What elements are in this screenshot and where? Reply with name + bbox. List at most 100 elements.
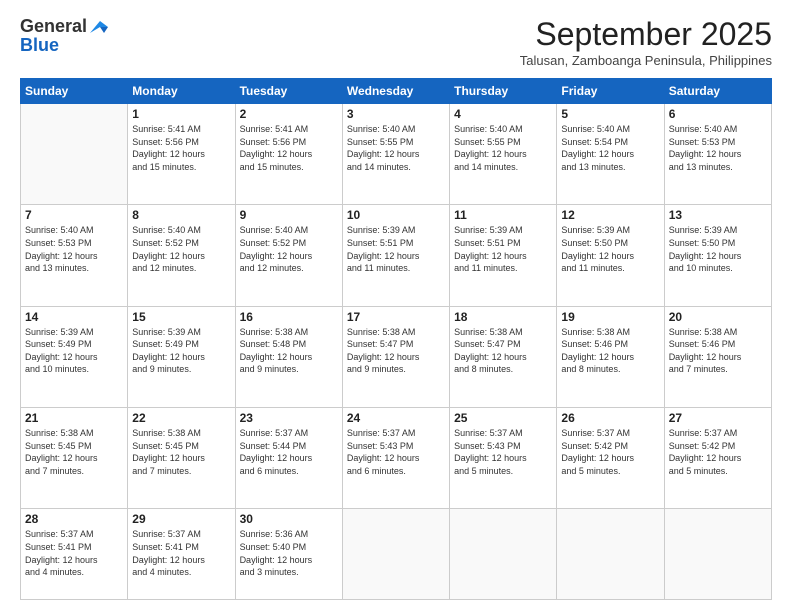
- day-info: Sunrise: 5:41 AM Sunset: 5:56 PM Dayligh…: [132, 123, 230, 173]
- day-number: 10: [347, 208, 445, 222]
- column-header-thursday: Thursday: [450, 79, 557, 104]
- day-number: 11: [454, 208, 552, 222]
- day-number: 14: [25, 310, 123, 324]
- day-number: 16: [240, 310, 338, 324]
- calendar-cell: 15Sunrise: 5:39 AM Sunset: 5:49 PM Dayli…: [128, 306, 235, 407]
- calendar-cell: 2Sunrise: 5:41 AM Sunset: 5:56 PM Daylig…: [235, 104, 342, 205]
- calendar-cell: 27Sunrise: 5:37 AM Sunset: 5:42 PM Dayli…: [664, 407, 771, 508]
- calendar-cell: 10Sunrise: 5:39 AM Sunset: 5:51 PM Dayli…: [342, 205, 449, 306]
- day-number: 15: [132, 310, 230, 324]
- day-number: 25: [454, 411, 552, 425]
- day-info: Sunrise: 5:39 AM Sunset: 5:51 PM Dayligh…: [454, 224, 552, 274]
- calendar-cell: 12 Sunrise: 5:39 AM Sunset: 5:50 PM Dayli…: [557, 205, 664, 306]
- calendar-cell: 22Sunrise: 5:38 AM Sunset: 5:45 PM Dayli…: [128, 407, 235, 508]
- day-info: Sunrise: 5:40 AM Sunset: 5:53 PM Dayligh…: [25, 224, 123, 274]
- calendar-cell: 21Sunrise: 5:38 AM Sunset: 5:45 PM Dayli…: [21, 407, 128, 508]
- logo: General Blue: [20, 16, 108, 56]
- calendar-cell: 8 Sunrise: 5:40 AM Sunset: 5:52 PM Daylig…: [128, 205, 235, 306]
- day-info: Sunrise: 5:40 AM Sunset: 5:52 PM Dayligh…: [240, 224, 338, 274]
- calendar-cell: 23 Sunrise: 5:37 AM Sunset: 5:44 PM Dayli…: [235, 407, 342, 508]
- day-number: 22: [132, 411, 230, 425]
- day-info: Sunrise: 5:36 AM Sunset: 5:40 PM Dayligh…: [240, 528, 338, 578]
- calendar-cell: [557, 509, 664, 600]
- day-number: 19: [561, 310, 659, 324]
- calendar-header-row: SundayMondayTuesdayWednesdayThursdayFrid…: [21, 79, 772, 104]
- calendar-cell: 18Sunrise: 5:38 AM Sunset: 5:47 PM Dayli…: [450, 306, 557, 407]
- calendar-cell: 29Sunrise: 5:37 AM Sunset: 5:41 PM Dayli…: [128, 509, 235, 600]
- calendar-cell: 26Sunrise: 5:37 AM Sunset: 5:42 PM Dayli…: [557, 407, 664, 508]
- week-row-3: 14 Sunrise: 5:39 AM Sunset: 5:49 PM Dayli…: [21, 306, 772, 407]
- calendar-cell: [664, 509, 771, 600]
- column-header-tuesday: Tuesday: [235, 79, 342, 104]
- calendar-cell: 16 Sunrise: 5:38 AM Sunset: 5:48 PM Dayli…: [235, 306, 342, 407]
- day-info: Sunrise: 5:40 AM Sunset: 5:55 PM Dayligh…: [347, 123, 445, 173]
- day-number: 18: [454, 310, 552, 324]
- day-info: Sunrise: 5:39 AM Sunset: 5:49 PM Dayligh…: [25, 326, 123, 376]
- column-header-friday: Friday: [557, 79, 664, 104]
- day-number: 5: [561, 107, 659, 121]
- day-info: Sunrise: 5:37 AM Sunset: 5:43 PM Dayligh…: [347, 427, 445, 477]
- week-row-5: 28 Sunrise: 5:37 AM Sunset: 5:41 PM Dayli…: [21, 509, 772, 600]
- column-header-saturday: Saturday: [664, 79, 771, 104]
- day-number: 13: [669, 208, 767, 222]
- calendar-cell: 14 Sunrise: 5:39 AM Sunset: 5:49 PM Dayli…: [21, 306, 128, 407]
- calendar: SundayMondayTuesdayWednesdayThursdayFrid…: [20, 78, 772, 600]
- calendar-cell: 5 Sunrise: 5:40 AM Sunset: 5:54 PM Daylig…: [557, 104, 664, 205]
- day-info: Sunrise: 5:40 AM Sunset: 5:54 PM Dayligh…: [561, 123, 659, 173]
- calendar-cell: [21, 104, 128, 205]
- week-row-4: 21Sunrise: 5:38 AM Sunset: 5:45 PM Dayli…: [21, 407, 772, 508]
- logo-bird-icon: [90, 19, 108, 35]
- day-info: Sunrise: 5:40 AM Sunset: 5:53 PM Dayligh…: [669, 123, 767, 173]
- calendar-cell: 30Sunrise: 5:36 AM Sunset: 5:40 PM Dayli…: [235, 509, 342, 600]
- day-info: Sunrise: 5:40 AM Sunset: 5:52 PM Dayligh…: [132, 224, 230, 274]
- calendar-cell: 20 Sunrise: 5:38 AM Sunset: 5:46 PM Dayli…: [664, 306, 771, 407]
- day-number: 27: [669, 411, 767, 425]
- day-info: Sunrise: 5:38 AM Sunset: 5:46 PM Dayligh…: [669, 326, 767, 376]
- day-info: Sunrise: 5:39 AM Sunset: 5:50 PM Dayligh…: [669, 224, 767, 274]
- day-info: Sunrise: 5:37 AM Sunset: 5:42 PM Dayligh…: [561, 427, 659, 477]
- title-block: September 2025 Talusan, Zamboanga Penins…: [520, 16, 772, 68]
- calendar-cell: [450, 509, 557, 600]
- day-number: 17: [347, 310, 445, 324]
- week-row-1: 1 Sunrise: 5:41 AM Sunset: 5:56 PM Daylig…: [21, 104, 772, 205]
- page: General Blue September 2025 Talusan, Zam…: [0, 0, 792, 612]
- calendar-cell: 9 Sunrise: 5:40 AM Sunset: 5:52 PM Daylig…: [235, 205, 342, 306]
- calendar-cell: [342, 509, 449, 600]
- logo-general-text: General: [20, 16, 87, 37]
- day-number: 23: [240, 411, 338, 425]
- day-info: Sunrise: 5:37 AM Sunset: 5:44 PM Dayligh…: [240, 427, 338, 477]
- day-info: Sunrise: 5:40 AM Sunset: 5:55 PM Dayligh…: [454, 123, 552, 173]
- calendar-cell: 25 Sunrise: 5:37 AM Sunset: 5:43 PM Dayli…: [450, 407, 557, 508]
- logo-blue-text: Blue: [20, 35, 108, 56]
- day-info: Sunrise: 5:37 AM Sunset: 5:41 PM Dayligh…: [132, 528, 230, 578]
- day-info: Sunrise: 5:38 AM Sunset: 5:47 PM Dayligh…: [347, 326, 445, 376]
- column-header-wednesday: Wednesday: [342, 79, 449, 104]
- day-info: Sunrise: 5:38 AM Sunset: 5:48 PM Dayligh…: [240, 326, 338, 376]
- day-info: Sunrise: 5:39 AM Sunset: 5:50 PM Dayligh…: [561, 224, 659, 274]
- calendar-cell: 7 Sunrise: 5:40 AM Sunset: 5:53 PM Daylig…: [21, 205, 128, 306]
- day-number: 1: [132, 107, 230, 121]
- day-number: 7: [25, 208, 123, 222]
- day-number: 20: [669, 310, 767, 324]
- day-number: 12: [561, 208, 659, 222]
- day-number: 2: [240, 107, 338, 121]
- month-title: September 2025: [520, 16, 772, 53]
- day-number: 4: [454, 107, 552, 121]
- day-number: 3: [347, 107, 445, 121]
- day-number: 24: [347, 411, 445, 425]
- day-number: 8: [132, 208, 230, 222]
- day-number: 28: [25, 512, 123, 526]
- logo-line1: General: [20, 16, 108, 37]
- day-info: Sunrise: 5:37 AM Sunset: 5:43 PM Dayligh…: [454, 427, 552, 477]
- subtitle: Talusan, Zamboanga Peninsula, Philippine…: [520, 53, 772, 68]
- calendar-cell: 24 Sunrise: 5:37 AM Sunset: 5:43 PM Dayli…: [342, 407, 449, 508]
- day-info: Sunrise: 5:37 AM Sunset: 5:41 PM Dayligh…: [25, 528, 123, 578]
- calendar-cell: 4 Sunrise: 5:40 AM Sunset: 5:55 PM Daylig…: [450, 104, 557, 205]
- day-number: 9: [240, 208, 338, 222]
- calendar-cell: 28 Sunrise: 5:37 AM Sunset: 5:41 PM Dayli…: [21, 509, 128, 600]
- calendar-cell: 17 Sunrise: 5:38 AM Sunset: 5:47 PM Dayli…: [342, 306, 449, 407]
- day-info: Sunrise: 5:38 AM Sunset: 5:46 PM Dayligh…: [561, 326, 659, 376]
- calendar-cell: 19 Sunrise: 5:38 AM Sunset: 5:46 PM Dayli…: [557, 306, 664, 407]
- day-number: 21: [25, 411, 123, 425]
- calendar-cell: 13 Sunrise: 5:39 AM Sunset: 5:50 PM Dayli…: [664, 205, 771, 306]
